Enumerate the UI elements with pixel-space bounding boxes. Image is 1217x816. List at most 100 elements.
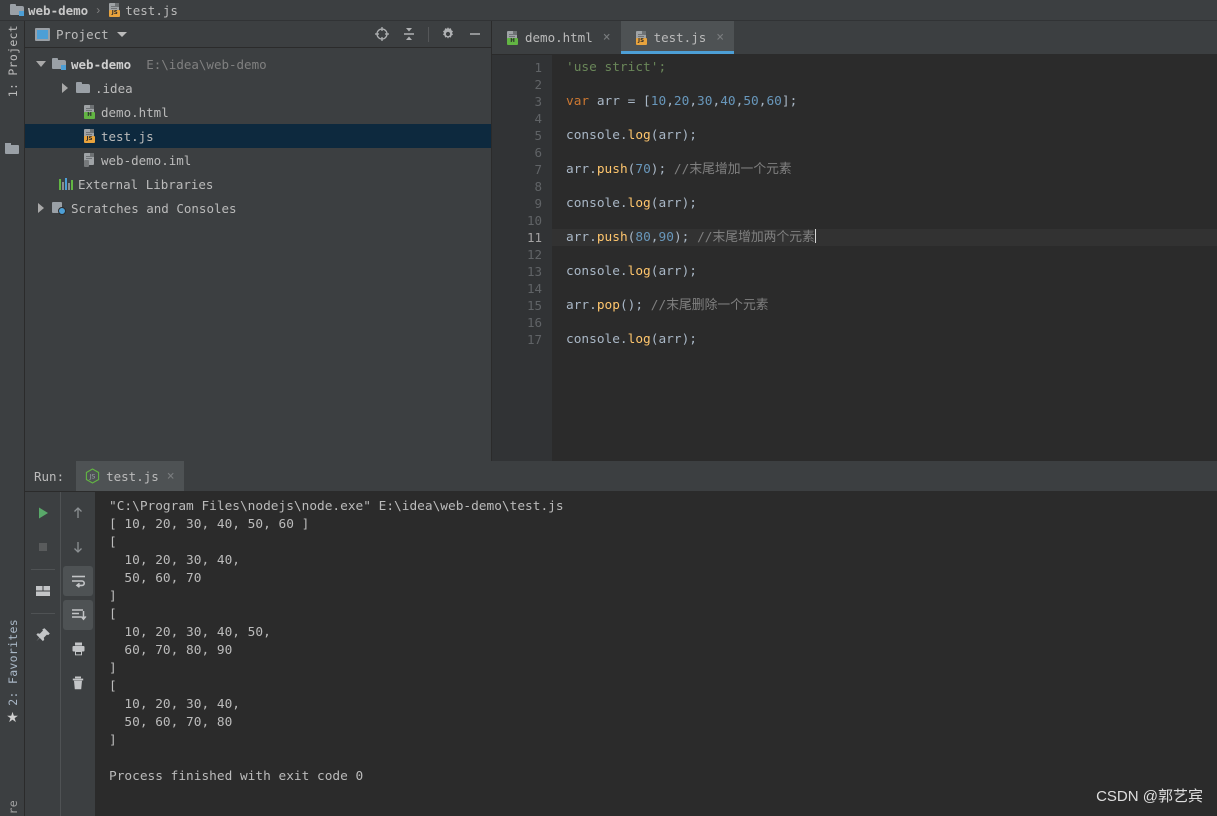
print-button[interactable]: [63, 634, 93, 664]
console-line: 50, 60, 70: [109, 571, 202, 586]
js-file-icon: JS: [83, 129, 96, 143]
arrow-up-button[interactable]: [63, 498, 93, 528]
svg-text:JS: JS: [89, 473, 96, 481]
chevron-down-icon[interactable]: [35, 58, 47, 70]
editor-area: H demo.html × JS test.js × 1 2 3 4 5 6 7 8 9 10 11…: [492, 21, 1217, 461]
run-button[interactable]: [28, 498, 58, 528]
chevron-right-icon[interactable]: [59, 82, 71, 94]
code-line[interactable]: 'use strict';: [552, 59, 1217, 76]
editor-tab-test-js[interactable]: JS test.js ×: [620, 21, 735, 54]
restore-layout-button[interactable]: [28, 576, 58, 606]
code-line[interactable]: [552, 280, 1217, 297]
code-line[interactable]: [552, 314, 1217, 331]
tree-node-idea[interactable]: .idea: [25, 76, 491, 100]
close-icon[interactable]: ×: [167, 469, 175, 484]
code-token: (arr);: [650, 196, 697, 211]
editor-tab-label: demo.html: [525, 30, 593, 45]
toolbar-divider: [30, 569, 55, 570]
tree-node-scratches[interactable]: Scratches and Consoles: [25, 196, 491, 220]
run-tab-test-js[interactable]: JS test.js ×: [76, 461, 184, 491]
sidebar-tab-label: 1: Project: [5, 25, 20, 98]
code-line[interactable]: [552, 212, 1217, 229]
line-number: 8: [534, 179, 542, 194]
line-number-gutter: 1 2 3 4 5 6 7 8 9 10 11 12 13 14 15 16 17: [492, 55, 552, 461]
line-number: 6: [534, 145, 542, 160]
code-line[interactable]: [552, 144, 1217, 161]
project-tool-window: Project web-demo E:\idea\web-demo .idea …: [25, 21, 492, 461]
code-token: 'use strict';: [566, 60, 667, 75]
collapse-all-icon[interactable]: [401, 26, 417, 42]
stop-button[interactable]: [28, 532, 58, 562]
code-content[interactable]: 'use strict'; var arr = [10,20,30,40,50,…: [552, 55, 1217, 461]
code-line[interactable]: console.log(arr);: [552, 331, 1217, 348]
console-output[interactable]: "C:\Program Files\nodejs\node.exe" E:\id…: [96, 492, 1217, 816]
console-line: ]: [109, 661, 117, 676]
code-token: ,: [689, 94, 698, 109]
clear-all-button[interactable]: [63, 668, 93, 698]
line-number: 17: [526, 332, 542, 347]
code-line[interactable]: console.log(arr);: [552, 195, 1217, 212]
code-token: //末尾删除一个元素: [650, 298, 769, 313]
code-token: 10: [650, 94, 667, 109]
editor-tab-demo-html[interactable]: H demo.html ×: [492, 21, 621, 54]
code-line[interactable]: arr.pop(); //末尾删除一个元素: [552, 297, 1217, 314]
tree-node-external-libraries[interactable]: External Libraries: [25, 172, 491, 196]
code-token: arr.: [566, 298, 597, 313]
html-file-icon: H: [506, 30, 519, 45]
code-line[interactable]: console.log(arr);: [552, 127, 1217, 144]
scroll-to-end-button[interactable]: [63, 600, 93, 630]
code-line[interactable]: [552, 178, 1217, 195]
sidebar-tab-label: 2: Favorites: [5, 619, 20, 706]
code-line[interactable]: arr.push(80,90); //末尾增加两个元素: [552, 229, 1217, 246]
code-line[interactable]: console.log(arr);: [552, 263, 1217, 280]
tree-node-test-js[interactable]: JS test.js: [25, 124, 491, 148]
code-editor[interactable]: 1 2 3 4 5 6 7 8 9 10 11 12 13 14 15 16 17 'use strict'; …: [492, 55, 1217, 461]
run-panel-label: Run:: [34, 468, 65, 484]
breadcrumb-item-file[interactable]: JS test.js: [106, 0, 180, 21]
chevron-right-icon[interactable]: [35, 202, 47, 214]
code-line[interactable]: arr.push(70); //末尾增加一个元素: [552, 161, 1217, 178]
pin-button[interactable]: [28, 620, 58, 650]
project-tree: web-demo E:\idea\web-demo .idea H demo.h…: [25, 48, 491, 461]
js-file-icon: JS: [108, 3, 121, 17]
locate-icon[interactable]: [374, 26, 390, 42]
code-token: log: [627, 332, 651, 347]
code-token: 50: [743, 94, 759, 109]
chevron-down-icon[interactable]: [116, 31, 127, 37]
code-token: ];: [781, 94, 798, 109]
code-line[interactable]: [552, 76, 1217, 93]
console-line: [: [109, 679, 117, 694]
code-line[interactable]: [552, 246, 1217, 263]
run-toolbar: [25, 492, 96, 816]
tree-node-label: .idea: [95, 80, 133, 96]
breadcrumb-item-project[interactable]: web-demo: [8, 0, 90, 21]
code-token: 40: [720, 94, 736, 109]
close-icon[interactable]: ×: [716, 30, 724, 45]
code-token: 20: [673, 94, 690, 109]
tree-node-label: test.js: [101, 128, 154, 144]
toolbar-divider: [428, 26, 429, 42]
code-token: arr = [: [589, 94, 651, 109]
gear-icon[interactable]: [440, 26, 456, 42]
code-token: console.: [566, 128, 628, 143]
toolbar-divider: [30, 613, 55, 614]
sidebar-tab-project[interactable]: 1: Project: [0, 25, 25, 97]
sidebar-tab-structure[interactable]: re: [0, 800, 25, 814]
folder-plain-icon: [76, 82, 90, 94]
code-line[interactable]: var arr = [10,20,30,40,50,60];: [552, 93, 1217, 110]
tree-node-web-demo[interactable]: web-demo E:\idea\web-demo: [25, 52, 491, 76]
tree-node-label: External Libraries: [78, 176, 214, 192]
tree-node-demo-html[interactable]: H demo.html: [25, 100, 491, 124]
arrow-down-button[interactable]: [63, 532, 93, 562]
minimize-icon[interactable]: [467, 26, 483, 42]
tree-node-web-demo-iml[interactable]: web-demo.iml: [25, 148, 491, 172]
sidebar-tab-favorites[interactable]: 2: Favorites ★: [0, 619, 25, 726]
project-folder-icon: [5, 143, 19, 155]
code-line[interactable]: [552, 110, 1217, 127]
editor-tab-label: test.js: [653, 30, 707, 45]
close-icon[interactable]: ×: [603, 30, 611, 45]
project-panel-title: Project: [56, 26, 109, 42]
line-number: 5: [534, 128, 542, 143]
soft-wrap-button[interactable]: [63, 566, 93, 596]
code-token: log: [627, 196, 651, 211]
